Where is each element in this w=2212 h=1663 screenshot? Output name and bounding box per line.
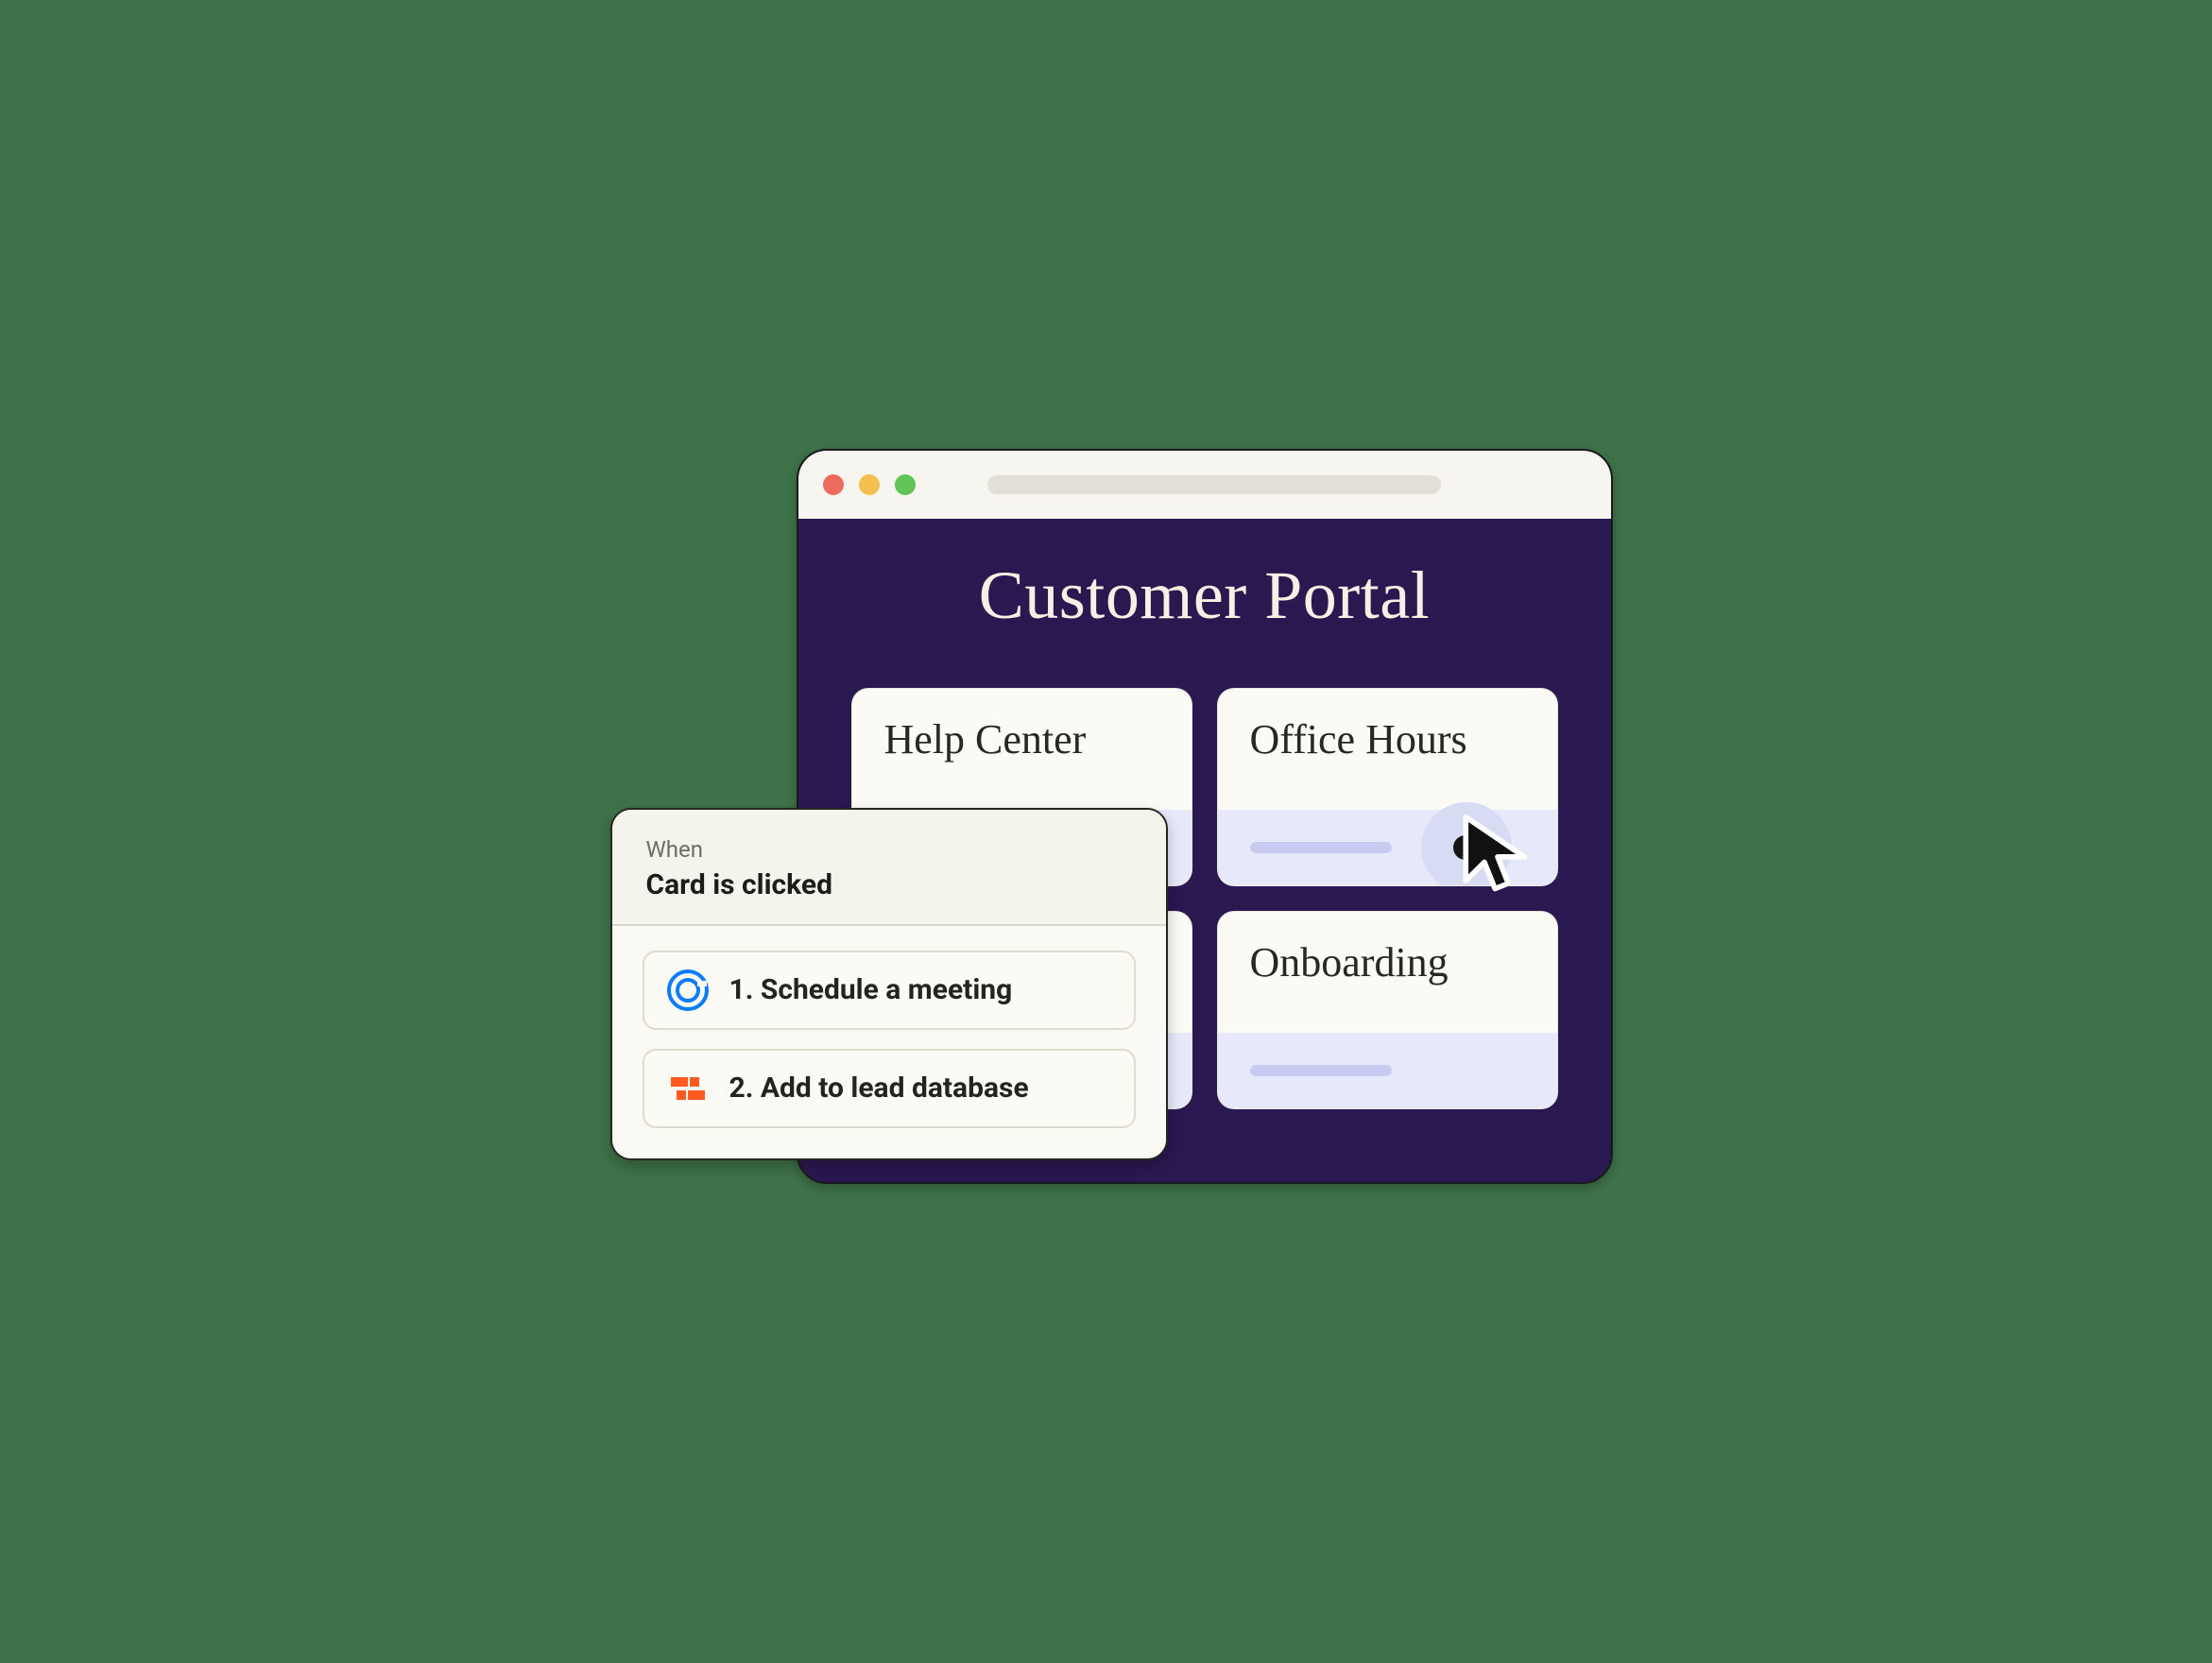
- address-bar[interactable]: [987, 475, 1441, 494]
- window-zoom-button[interactable]: [895, 474, 916, 495]
- automation-when-label: When: [646, 836, 1132, 863]
- placeholder-line: [1250, 1065, 1392, 1076]
- action-schedule-meeting[interactable]: 1. Schedule a meeting: [643, 951, 1136, 1030]
- portal-title: Customer Portal: [851, 557, 1558, 635]
- automation-actions: 1. Schedule a meeting 2. Add to lead dat…: [612, 926, 1166, 1158]
- action-add-to-lead-database[interactable]: 2. Add to lead database: [643, 1049, 1136, 1128]
- card-title: Help Center: [884, 715, 1159, 763]
- window-minimize-button[interactable]: [859, 474, 880, 495]
- automation-header: When Card is clicked: [612, 810, 1166, 926]
- automation-trigger: Card is clicked: [646, 868, 1132, 901]
- card-footer: [1218, 1033, 1557, 1108]
- card-onboarding[interactable]: Onboarding: [1217, 911, 1558, 1109]
- card-title: Office Hours: [1250, 715, 1525, 763]
- card-office-hours[interactable]: Office Hours: [1217, 688, 1558, 886]
- placeholder-line: [1250, 842, 1392, 853]
- traffic-lights: [823, 474, 916, 495]
- automation-popup: When Card is clicked 1. Schedule a meeti…: [610, 808, 1168, 1160]
- window-close-button[interactable]: [823, 474, 844, 495]
- click-dot-icon: [1453, 835, 1478, 860]
- action-label: 2. Add to lead database: [729, 1072, 1029, 1105]
- card-title: Onboarding: [1250, 938, 1525, 986]
- window-titlebar: [798, 451, 1611, 519]
- calendly-icon: [667, 969, 709, 1011]
- stage: Customer Portal Help Center Office Hours: [508, 383, 1705, 1281]
- action-label: 1. Schedule a meeting: [729, 973, 1013, 1006]
- card-footer: [1218, 810, 1557, 885]
- blocks-icon: [667, 1068, 709, 1109]
